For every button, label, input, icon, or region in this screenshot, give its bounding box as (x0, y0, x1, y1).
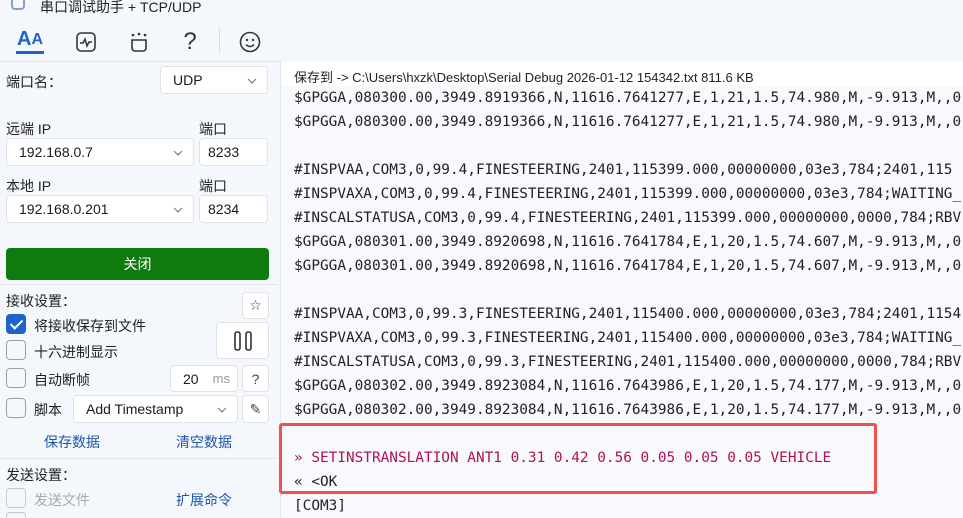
remote-ip-label: 远端 IP (6, 121, 52, 137)
local-ip-input[interactable]: 192.168.0.201 (6, 195, 194, 223)
send-file-label: 发送文件 (34, 492, 90, 508)
port-name-select[interactable]: UDP (160, 66, 268, 94)
pen-icon: ✎ (249, 400, 262, 417)
clear-data-link[interactable]: 清空数据 (176, 432, 232, 452)
script-value: Add Timestamp (86, 401, 184, 417)
port-name-label: 端口名： (6, 74, 62, 90)
favorite-star-button[interactable]: ☆ (242, 292, 269, 319)
help-icon[interactable]: ? (176, 28, 204, 56)
log-line: #INSPVAXA,COM3,0,99.3,FINESTEERING,2401,… (294, 330, 962, 346)
remote-port-input[interactable]: 8233 (199, 138, 268, 166)
toolbar-separator (219, 28, 220, 53)
star-icon: ☆ (249, 297, 262, 313)
log-line: #INSPVAA,COM3,0,99.3,FINESTEERING,2401,1… (294, 306, 962, 322)
local-port-input[interactable]: 8234 (199, 195, 268, 223)
remote-port-label: 端口 (199, 121, 227, 137)
waveform-icon[interactable] (72, 28, 100, 56)
script-checkbox[interactable] (6, 398, 26, 418)
plugin-icon[interactable] (125, 28, 153, 56)
pause-button[interactable] (216, 322, 269, 359)
save-to-file-checkbox[interactable] (6, 314, 26, 334)
divider (0, 458, 278, 459)
local-ip-value: 192.168.0.201 (19, 201, 109, 217)
local-port-label: 端口 (199, 178, 227, 194)
local-ip-label: 本地 IP (6, 178, 52, 194)
log-line: $GPGGA,080301.00,3949.8920698,N,11616.76… (294, 234, 962, 250)
save-to-file-label: 将接收保存到文件 (34, 318, 146, 334)
remote-ip-value: 192.168.0.7 (19, 144, 93, 160)
highlight-box (279, 423, 877, 494)
log-line: $GPGGA,080301.00,3949.8920698,N,11616.76… (294, 258, 962, 274)
auto-frame-label: 自动断帧 (34, 372, 90, 388)
chevron-down-icon (173, 204, 183, 213)
chevron-down-icon (173, 147, 183, 156)
receive-settings-label: 接收设置： (6, 293, 76, 309)
extend-command-link[interactable]: 扩展命令 (176, 490, 232, 510)
divider (0, 284, 278, 285)
save-data-link[interactable]: 保存数据 (44, 432, 100, 452)
hex-display-checkbox[interactable] (6, 340, 26, 360)
log-line: #INSCALSTATUSA,COM3,0,99.3,FINESTEERING,… (294, 354, 962, 370)
pause-icon (233, 330, 252, 351)
log-line: $GPGGA,080300.00,3949.8919366,N,11616.76… (294, 90, 962, 106)
smiley-icon[interactable] (236, 28, 264, 56)
log-line: #INSCALSTATUSA,COM3,0,99.4,FINESTEERING,… (294, 210, 962, 226)
chevron-down-icon (217, 404, 227, 413)
log-line: $GPGGA,080302.00,3949.8923084,N,11616.76… (294, 402, 962, 418)
log-line: $GPGGA,080302.00,3949.8923084,N,11616.76… (294, 378, 962, 394)
checkbox[interactable] (6, 512, 26, 518)
close-button[interactable]: 关闭 (6, 248, 269, 280)
send-file-checkbox[interactable] (6, 488, 26, 508)
hex-display-label: 十六进制显示 (34, 344, 118, 360)
log-lines: $GPGGA,080300.00,3949.8919366,N,11616.76… (294, 86, 963, 446)
chevron-down-icon (247, 75, 257, 84)
app-icon (11, 0, 25, 10)
log-line: #INSPVAA,COM3,0,99.4,FINESTEERING,2401,1… (294, 162, 953, 178)
port-name-value: UDP (173, 72, 203, 88)
auto-frame-input[interactable]: 20 ms (170, 365, 238, 392)
auto-frame-checkbox[interactable] (6, 368, 26, 388)
font-icon[interactable]: AA (16, 28, 44, 54)
auto-frame-help-button[interactable]: ? (242, 365, 269, 392)
log-line: #INSPVAXA,COM3,0,99.4,FINESTEERING,2401,… (294, 186, 962, 202)
script-select[interactable]: Add Timestamp (73, 395, 238, 423)
remote-ip-input[interactable]: 192.168.0.7 (6, 138, 194, 166)
auto-frame-value: 20 (183, 370, 199, 387)
window-title: 串口调试助手 + TCP/UDP (40, 0, 202, 15)
log-line: $GPGGA,080300.00,3949.8919366,N,11616.76… (294, 114, 962, 130)
ms-unit: ms (212, 371, 230, 386)
script-label: 脚本 (34, 402, 62, 418)
save-path-bar: 保存到 -> C:\Users\hxzk\Desktop\Serial Debu… (282, 62, 963, 86)
port-tag-line: [COM3] (294, 498, 346, 514)
send-settings-label: 发送设置： (6, 467, 76, 483)
edit-script-button[interactable]: ✎ (242, 395, 269, 423)
